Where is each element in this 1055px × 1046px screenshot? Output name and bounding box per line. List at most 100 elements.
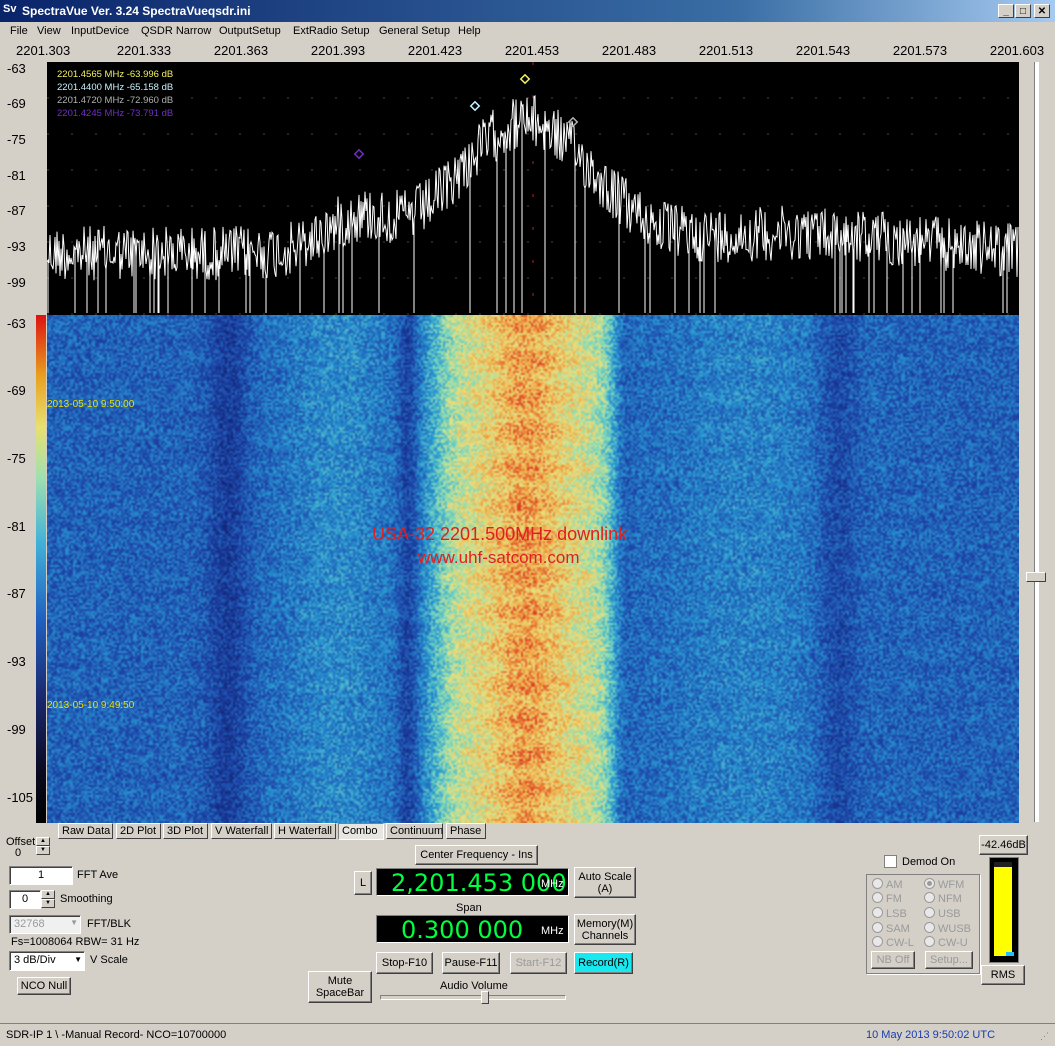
signal-level-meter <box>989 857 1019 963</box>
tab-3d-plot[interactable]: 3D Plot <box>163 823 208 839</box>
spectrum-plot[interactable]: 2201.4565 MHz -63.996 dB 2201.4400 MHz -… <box>47 62 1019 315</box>
pause-button[interactable]: Pause-F11 <box>442 952 500 974</box>
menu-extradio-setup[interactable]: ExtRadio Setup <box>293 25 369 37</box>
radio-wfm[interactable]: WFM <box>924 878 964 891</box>
down-arrow-icon[interactable]: ▼ <box>41 899 55 908</box>
freq-tick: 2201.453 <box>504 43 560 58</box>
tab-combo[interactable]: Combo <box>338 823 384 840</box>
menu-inputdevice[interactable]: InputDevice <box>71 25 129 37</box>
waterfall-display[interactable] <box>47 315 1019 823</box>
display-offset-slider-track[interactable] <box>1034 62 1039 822</box>
stop-button[interactable]: Stop-F10 <box>376 952 433 974</box>
freq-tick: 2201.543 <box>795 43 851 58</box>
record-button[interactable]: Record(R) <box>574 952 633 974</box>
freq-tick: 2201.303 <box>16 43 71 58</box>
offset-spinner-lower[interactable] <box>36 847 50 857</box>
v-scale-value: 3 dB/Div <box>14 954 56 966</box>
audio-volume-label: Audio Volume <box>440 980 508 992</box>
audio-volume-thumb[interactable] <box>481 991 489 1004</box>
display-offset-slider-thumb[interactable] <box>1026 572 1046 582</box>
radio-label: LSB <box>886 908 907 920</box>
rms-button[interactable]: RMS <box>981 965 1025 985</box>
radio-cw-u[interactable]: CW-U <box>924 936 968 949</box>
nco-null-button[interactable]: NCO Null <box>17 977 71 995</box>
auto-scale-button[interactable]: Auto Scale (A) <box>574 867 636 898</box>
menu-help[interactable]: Help <box>458 25 481 37</box>
menu-general-setup[interactable]: General Setup <box>379 25 450 37</box>
center-frequency-display[interactable]: 2,201.453 000 MHz <box>376 868 569 897</box>
span-display[interactable]: 0.300 000 MHz <box>376 915 569 944</box>
fft-average-label: FFT Ave <box>77 869 119 881</box>
span-unit: MHz <box>541 925 564 937</box>
waterfall-timestamp: 2013-05-10 9:50:00 <box>47 399 135 410</box>
tab-h-waterfall[interactable]: H Waterfall <box>274 823 336 839</box>
menu-view[interactable]: View <box>37 25 61 37</box>
demod-on-checkbox[interactable] <box>884 855 897 868</box>
radio-usb[interactable]: USB <box>924 907 961 920</box>
tab-raw-data[interactable]: Raw Data <box>58 823 113 839</box>
radio-am[interactable]: AM <box>872 878 903 891</box>
fft-blk-select[interactable]: 32768 ▼ <box>9 915 81 934</box>
db-tick: -63 <box>7 61 26 76</box>
menu-outputsetup[interactable]: OutputSetup <box>219 25 281 37</box>
center-frequency-unit: MHz <box>541 878 564 890</box>
radio-cw-l[interactable]: CW-L <box>872 936 914 949</box>
mute-button[interactable]: Mute SpaceBar <box>308 971 372 1003</box>
smoothing-spinner[interactable]: ▲ ▼ <box>41 890 55 909</box>
db-tick: -87 <box>7 203 26 218</box>
radio-label: NFM <box>938 893 962 905</box>
radio-label: FM <box>886 893 902 905</box>
chevron-down-icon: ▼ <box>74 955 82 964</box>
fft-blk-value: 32768 <box>14 918 45 930</box>
menu-file[interactable]: File <box>10 25 28 37</box>
radio-lsb[interactable]: LSB <box>872 907 907 920</box>
tab-continuum[interactable]: Continuum <box>386 823 443 839</box>
tab-phase[interactable]: Phase <box>446 823 486 839</box>
radio-icon <box>872 922 883 933</box>
minimize-icon[interactable]: _ <box>998 4 1014 18</box>
marker-readout-4: 2201.4245 MHz -73.791 dB <box>57 108 174 119</box>
chevron-down-icon: ▼ <box>70 918 78 927</box>
db-tick: -93 <box>7 654 26 669</box>
smoothing-label: Smoothing <box>60 893 113 905</box>
title-bar: Sv SpectraVue Ver. 3.24 SpectraVueqsdr.i… <box>0 0 1055 22</box>
radio-nfm[interactable]: NFM <box>924 892 962 905</box>
v-scale-select[interactable]: 3 dB/Div ▼ <box>9 951 85 971</box>
span-value: 0.300 000 <box>401 916 524 944</box>
lock-l-button[interactable]: L <box>354 871 372 895</box>
maximize-icon[interactable]: □ <box>1015 4 1031 18</box>
tab-2d-plot[interactable]: 2D Plot <box>116 823 161 839</box>
radio-icon <box>924 922 935 933</box>
db-tick: -105 <box>7 790 34 805</box>
up-arrow-icon[interactable]: ▲ <box>36 837 50 846</box>
marker-readout-3: 2201.4720 MHz -72.960 dB <box>57 95 174 106</box>
setup-button[interactable]: Setup... <box>925 951 973 969</box>
demod-on-label: Demod On <box>902 856 956 868</box>
memory-channels-button[interactable]: Memory(M) Channels <box>574 914 636 945</box>
nb-off-button[interactable]: NB Off <box>871 951 915 969</box>
up-arrow-icon[interactable]: ▲ <box>41 890 55 899</box>
db-tick: -93 <box>7 239 26 254</box>
center-frequency-button[interactable]: Center Frequency - Ins <box>415 845 538 865</box>
status-left: SDR-IP 1 \ -Manual Record- NCO=10700000 <box>6 1029 227 1041</box>
app-icon: Sv <box>3 3 17 15</box>
start-button[interactable]: Start-F12 <box>510 952 567 974</box>
radio-wusb[interactable]: WUSB <box>924 922 971 935</box>
radio-label: WUSB <box>938 923 971 935</box>
offset-value: 0 <box>15 847 22 859</box>
freq-tick: 2201.603 <box>989 43 1045 58</box>
demod-mode-group: AM FM LSB SAM CW-L WFM NFM USB WUSB CW-U… <box>866 874 980 974</box>
tab-v-waterfall[interactable]: V Waterfall <box>211 823 272 839</box>
db-tick: -99 <box>7 275 26 290</box>
radio-sam[interactable]: SAM <box>872 922 910 935</box>
radio-fm[interactable]: FM <box>872 892 902 905</box>
waterfall-overlay-title: USA-32 2201.500MHz downlink <box>372 524 628 544</box>
marker-readouts: 2201.4565 MHz -63.996 dB 2201.4400 MHz -… <box>57 68 173 120</box>
close-icon[interactable]: ✕ <box>1034 4 1050 18</box>
fft-average-input[interactable]: 1 <box>9 866 73 885</box>
audio-volume-track[interactable] <box>380 995 566 1000</box>
menu-qsdr-narrow[interactable]: QSDR Narrow <box>141 25 211 37</box>
smoothing-input[interactable]: 0 <box>9 890 41 909</box>
radio-label: SAM <box>886 923 910 935</box>
db-tick: -63 <box>7 316 26 331</box>
